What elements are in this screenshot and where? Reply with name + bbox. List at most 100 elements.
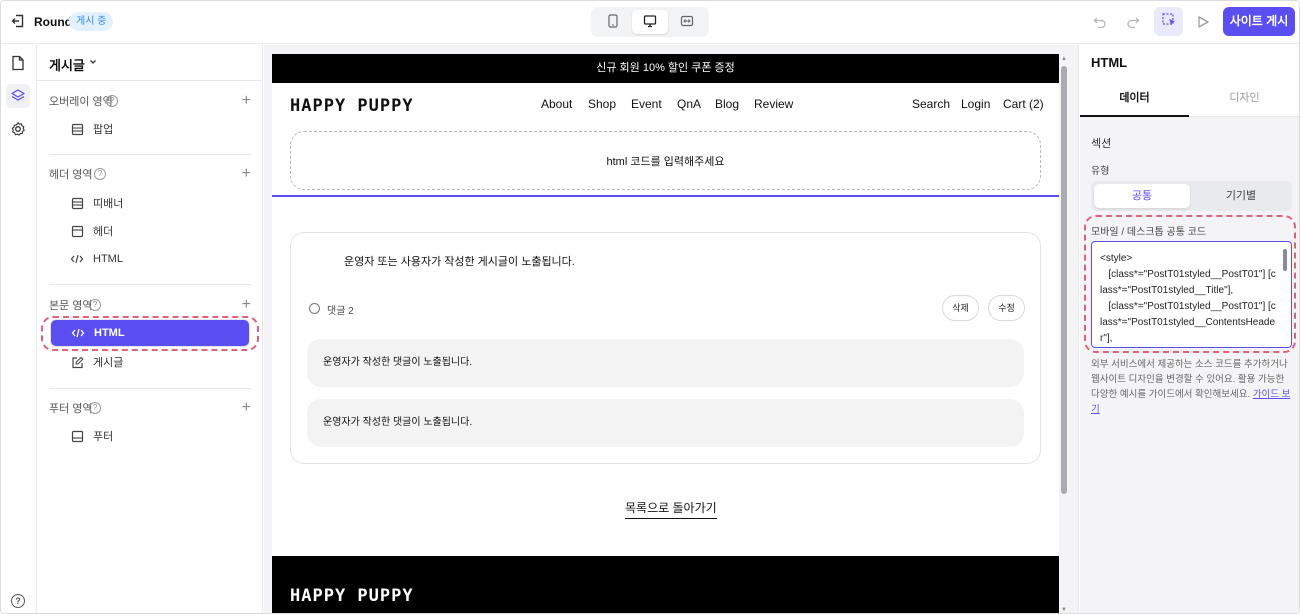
layer-item-top-banner[interactable]: 띠배너 xyxy=(50,191,250,215)
site-preview: 신규 회원 10% 할인 쿠폰 증정 HAPPY PUPPY About Sho… xyxy=(272,54,1059,613)
section-label: 오버레이 영역 xyxy=(49,96,113,108)
play-icon[interactable] xyxy=(1193,12,1213,32)
site-name: Round xyxy=(34,15,72,29)
comment-icon xyxy=(309,303,320,314)
body-section-header: 본문 영역 ? + xyxy=(49,297,251,314)
code-icon xyxy=(70,252,84,266)
nav-link-review[interactable]: Review xyxy=(754,97,793,111)
fit-width-view-button[interactable] xyxy=(669,10,705,34)
mobile-view-button[interactable] xyxy=(595,10,631,34)
inspector-panel: HTML 데이터 디자인 섹션 유형 공통 기기별 모바일 / 데스크톱 공통 … xyxy=(1080,45,1299,613)
footer-logo: HAPPY PUPPY xyxy=(290,586,414,606)
header-icon xyxy=(70,224,84,238)
back-to-list-link[interactable]: 목록으로 돌아가기 xyxy=(625,499,717,519)
layer-item-header[interactable]: 헤더 xyxy=(50,219,250,243)
nav-link-shop[interactable]: Shop xyxy=(588,97,616,111)
plus-icon[interactable]: + xyxy=(242,166,251,182)
code-highlight xyxy=(1084,215,1296,353)
nav-link-search[interactable]: Search xyxy=(912,97,950,111)
scroll-up-icon[interactable]: ▲ xyxy=(1061,56,1067,62)
undo-icon[interactable] xyxy=(1090,12,1110,32)
layer-item-post[interactable]: 게시글 xyxy=(50,350,250,374)
redo-icon[interactable] xyxy=(1123,12,1143,32)
layer-item-footer[interactable]: 푸터 xyxy=(50,424,250,448)
footer-icon xyxy=(70,429,84,443)
scroll-thumb[interactable] xyxy=(1061,66,1067,494)
fit-width-icon xyxy=(680,14,694,31)
post-edit-icon xyxy=(70,355,84,369)
canvas-scrollbar[interactable]: ▲ ▼ xyxy=(1061,54,1067,613)
scroll-down-icon[interactable]: ▼ xyxy=(1061,607,1067,613)
tab-design[interactable]: 디자인 xyxy=(1190,83,1299,117)
layer-item-popup[interactable]: 팝업 xyxy=(50,117,250,141)
type-option-common[interactable]: 공통 xyxy=(1094,184,1190,208)
help-icon[interactable]: ? xyxy=(89,299,101,311)
edit-button[interactable]: 수정 xyxy=(988,295,1025,321)
selection-highlight xyxy=(41,316,259,351)
panel-header[interactable]: 게시글 xyxy=(37,45,262,81)
settings-icon[interactable] xyxy=(9,120,27,138)
tab-data[interactable]: 데이터 xyxy=(1080,83,1189,117)
layer-item-label: HTML xyxy=(93,253,123,265)
layer-item-label: 팝업 xyxy=(93,124,114,136)
section-label: 헤더 영역 xyxy=(49,169,93,181)
help-icon[interactable]: ? xyxy=(106,95,118,107)
help-icon[interactable]: ? xyxy=(11,594,25,608)
nav-link-login[interactable]: Login xyxy=(961,97,990,111)
editor-canvas: 신규 회원 10% 할인 쿠폰 증정 HAPPY PUPPY About Sho… xyxy=(264,45,1079,613)
popup-icon xyxy=(70,122,84,136)
back-icon[interactable] xyxy=(10,13,26,29)
chevron-down-icon[interactable] xyxy=(88,56,98,70)
page-icon[interactable] xyxy=(9,54,27,72)
overlay-section-header: 오버레이 영역 ? + xyxy=(49,93,251,110)
delete-button[interactable]: 삭제 xyxy=(942,295,979,321)
nav-link-blog[interactable]: Blog xyxy=(715,97,739,111)
plus-icon[interactable]: + xyxy=(242,400,251,416)
post-content: 운영자 또는 사용자가 작성한 게시글이 노출됩니다. xyxy=(344,256,575,268)
left-rail xyxy=(1,45,37,613)
nav-link-event[interactable]: Event xyxy=(631,97,662,111)
html-block-placeholder[interactable]: html 코드를 입력해주세요 xyxy=(290,131,1041,190)
select-element-button[interactable] xyxy=(1154,7,1183,36)
layer-item-label: 푸터 xyxy=(93,431,114,443)
layer-item-label: 게시글 xyxy=(93,357,124,369)
nav-link-cart[interactable]: Cart (2) xyxy=(1003,97,1044,111)
footer-section-header: 푸터 영역 ? + xyxy=(49,400,251,417)
device-switcher xyxy=(591,7,709,37)
select-element-icon xyxy=(1161,12,1177,31)
divider xyxy=(49,284,251,285)
type-option-per-device[interactable]: 기기별 xyxy=(1193,184,1289,208)
type-label: 유형 xyxy=(1091,166,1110,177)
layer-item-label: 헤더 xyxy=(93,226,114,238)
section-title: 섹션 xyxy=(1091,138,1112,150)
divider xyxy=(49,388,251,389)
header-section-header: 헤더 영역 ? + xyxy=(49,166,251,183)
layer-item-label: 띠배너 xyxy=(93,198,124,210)
post-card: 운영자 또는 사용자가 작성한 게시글이 노출됩니다. 댓글 2 삭제 수정 운… xyxy=(290,232,1041,464)
plus-icon[interactable]: + xyxy=(242,93,251,109)
inspector-body: 섹션 유형 공통 기기별 모바일 / 데스크톱 공통 코드 <style> [c… xyxy=(1080,117,1299,613)
banner-icon xyxy=(70,196,84,210)
comment-item: 운영자가 작성한 댓글이 노출됩니다. xyxy=(307,339,1024,387)
site-logo[interactable]: HAPPY PUPPY xyxy=(290,96,414,116)
nav-link-qna[interactable]: QnA xyxy=(677,97,701,111)
inspector-title: HTML xyxy=(1091,55,1128,70)
selected-block-indicator xyxy=(272,195,1059,197)
help-icon[interactable]: ? xyxy=(94,168,106,180)
section-label: 본문 영역 xyxy=(49,300,93,312)
editor-window: Round 게시 중 사이트 게시 ? 게시글 오버레이 영역 ? + 팝업 헤… xyxy=(0,0,1300,614)
top-bar: Round 게시 중 사이트 게시 xyxy=(1,1,1299,44)
publish-button[interactable]: 사이트 게시 xyxy=(1223,7,1295,36)
layers-icon[interactable] xyxy=(6,84,30,108)
nav-link-about[interactable]: About xyxy=(541,97,572,111)
announcement-banner[interactable]: 신규 회원 10% 할인 쿠폰 증정 xyxy=(272,54,1059,83)
type-segmented-control: 공통 기기별 xyxy=(1091,181,1292,211)
site-footer: HAPPY PUPPY xyxy=(272,556,1059,613)
layer-item-header-html[interactable]: HTML xyxy=(50,247,250,271)
status-badge: 게시 중 xyxy=(69,12,114,31)
desktop-view-button[interactable] xyxy=(632,10,668,34)
help-icon[interactable]: ? xyxy=(89,402,101,414)
page-title: 게시글 xyxy=(49,58,85,73)
plus-icon[interactable]: + xyxy=(242,297,251,313)
inspector-tabs: 데이터 디자인 xyxy=(1080,83,1299,117)
